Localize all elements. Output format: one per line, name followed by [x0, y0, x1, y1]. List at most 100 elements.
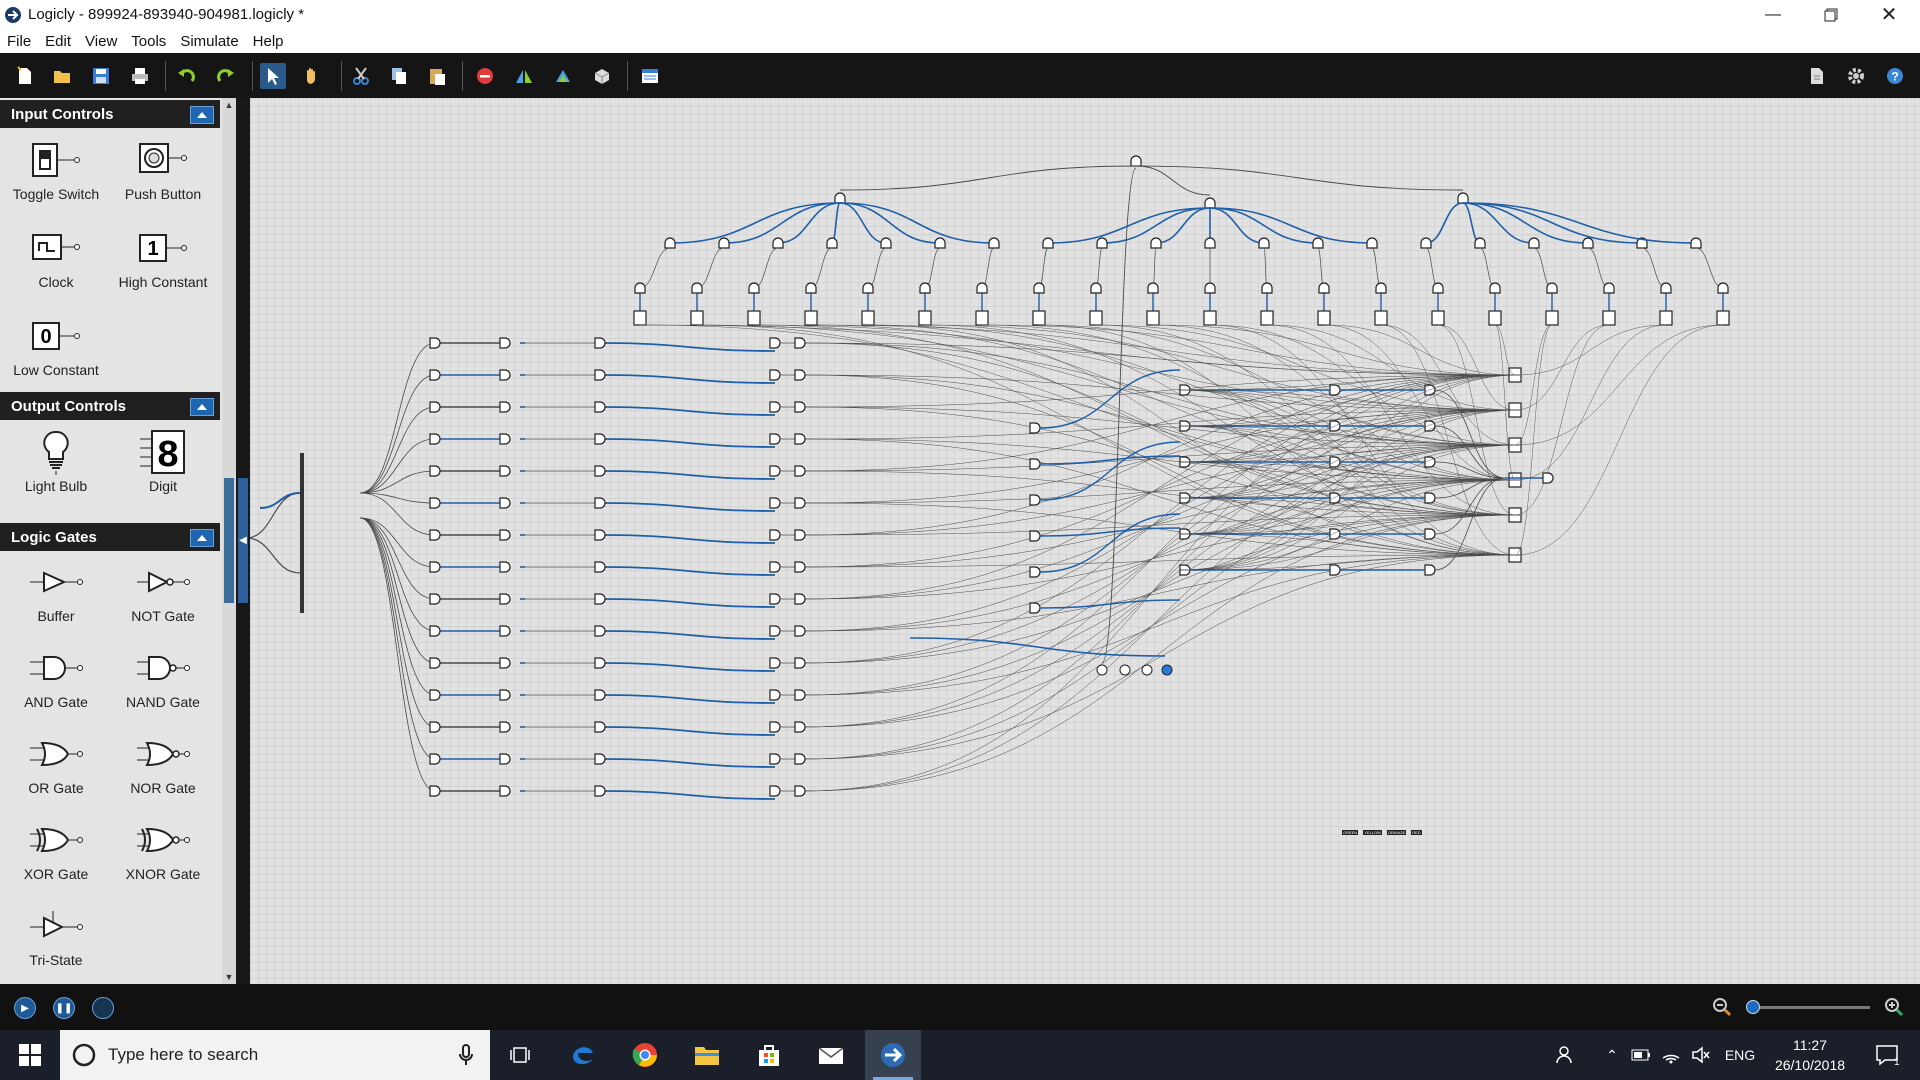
gate[interactable]	[499, 529, 511, 541]
wire[interactable]	[1152, 324, 1516, 376]
gate[interactable]	[594, 625, 606, 637]
gate[interactable]	[976, 282, 988, 294]
gate[interactable]	[429, 401, 441, 413]
input-language[interactable]: ENG	[1722, 1030, 1758, 1080]
paste-button[interactable]	[424, 63, 450, 89]
wire[interactable]	[804, 444, 1516, 728]
zoom-slider-thumb[interactable]	[1746, 1000, 1760, 1014]
gate[interactable]	[1204, 237, 1216, 249]
light-bulb-item[interactable]: Light Bulb	[3, 428, 109, 494]
wire[interactable]	[601, 566, 776, 576]
output-light-bulb[interactable]	[1096, 664, 1108, 676]
wire[interactable]	[1695, 247, 1724, 289]
register-block[interactable]	[690, 310, 704, 326]
help-button[interactable]: ?	[1882, 63, 1908, 89]
gate[interactable]	[594, 433, 606, 445]
wire[interactable]	[804, 444, 1516, 600]
wire[interactable]	[601, 630, 776, 640]
gate[interactable]	[1424, 492, 1436, 504]
push-button-item[interactable]: Push Button	[110, 136, 216, 202]
show-hidden-icons-button[interactable]: ⌃	[1600, 1030, 1624, 1080]
wire[interactable]	[1135, 165, 1211, 196]
gate[interactable]	[1424, 528, 1436, 540]
open-button[interactable]	[49, 63, 75, 89]
menu-file[interactable]: File	[0, 33, 38, 50]
register-block[interactable]	[1089, 310, 1103, 326]
wire[interactable]	[804, 514, 1516, 600]
wire[interactable]	[601, 790, 776, 800]
wire[interactable]	[601, 534, 776, 544]
gate[interactable]	[1375, 282, 1387, 294]
wire[interactable]	[1514, 324, 1610, 411]
not-gate-item[interactable]: NOT Gate	[110, 558, 216, 624]
gate[interactable]	[1090, 282, 1102, 294]
gate[interactable]	[691, 282, 703, 294]
wire[interactable]	[804, 409, 1516, 568]
gate[interactable]	[1029, 494, 1041, 506]
gate[interactable]	[794, 721, 806, 733]
wire[interactable]	[1209, 207, 1373, 244]
xor-gate-item[interactable]: XOR Gate	[3, 816, 109, 882]
gate[interactable]	[1204, 282, 1216, 294]
wire[interactable]	[804, 554, 1516, 760]
gate[interactable]	[934, 237, 946, 249]
people-button[interactable]	[1552, 1030, 1580, 1080]
gate[interactable]	[769, 689, 781, 701]
wire[interactable]	[804, 470, 1516, 516]
gate[interactable]	[769, 721, 781, 733]
wire[interactable]	[1425, 202, 1464, 244]
wire[interactable]	[804, 409, 1516, 440]
register-block[interactable]	[1659, 310, 1673, 326]
step-button[interactable]: ▶	[14, 997, 36, 1019]
gate[interactable]	[1261, 282, 1273, 294]
wire[interactable]	[804, 438, 1516, 481]
gate[interactable]	[769, 337, 781, 349]
gate[interactable]	[748, 282, 760, 294]
export-button[interactable]	[1804, 63, 1830, 89]
wire[interactable]	[1514, 324, 1553, 446]
splitter[interactable]	[300, 453, 304, 533]
wire[interactable]	[359, 517, 436, 664]
menu-edit[interactable]: Edit	[38, 33, 78, 50]
gate[interactable]	[769, 401, 781, 413]
wire[interactable]	[1209, 324, 1516, 556]
wire[interactable]	[250, 492, 301, 538]
gate[interactable]	[1258, 237, 1270, 249]
gate[interactable]	[429, 785, 441, 797]
wire[interactable]	[601, 342, 776, 352]
register-block[interactable]	[1317, 310, 1331, 326]
wire[interactable]	[839, 202, 887, 244]
register-block[interactable]	[975, 310, 989, 326]
wire[interactable]	[1047, 207, 1211, 244]
undo-button[interactable]	[174, 63, 200, 89]
taskbar-clock[interactable]: 11:27 26/10/2018	[1770, 1035, 1850, 1075]
gate[interactable]	[1318, 282, 1330, 294]
action-center-button[interactable]: 1	[1866, 1030, 1910, 1080]
wire[interactable]	[1462, 202, 1589, 244]
register-block[interactable]	[1203, 310, 1217, 326]
low-constant-item[interactable]: 0 Low Constant	[3, 312, 109, 378]
settings-button[interactable]	[1843, 63, 1869, 89]
gate[interactable]	[1717, 282, 1729, 294]
wire[interactable]	[601, 758, 776, 768]
gate[interactable]	[499, 369, 511, 381]
gate[interactable]	[594, 337, 606, 349]
wire[interactable]	[804, 514, 1516, 664]
register-block[interactable]	[1488, 310, 1502, 326]
gate[interactable]	[429, 465, 441, 477]
wire[interactable]	[804, 342, 1516, 516]
wire[interactable]	[1179, 425, 1521, 446]
gate[interactable]	[769, 433, 781, 445]
gate[interactable]	[794, 433, 806, 445]
gate[interactable]	[1029, 458, 1041, 470]
clock-item[interactable]: Clock	[3, 224, 109, 290]
gate[interactable]	[794, 561, 806, 573]
wire[interactable]	[359, 517, 436, 760]
gate[interactable]	[499, 337, 511, 349]
wire[interactable]	[359, 374, 436, 494]
gate[interactable]	[499, 593, 511, 605]
gate[interactable]	[429, 433, 441, 445]
gate[interactable]	[594, 401, 606, 413]
wire[interactable]	[359, 517, 436, 600]
microphone-icon[interactable]	[458, 1043, 474, 1067]
